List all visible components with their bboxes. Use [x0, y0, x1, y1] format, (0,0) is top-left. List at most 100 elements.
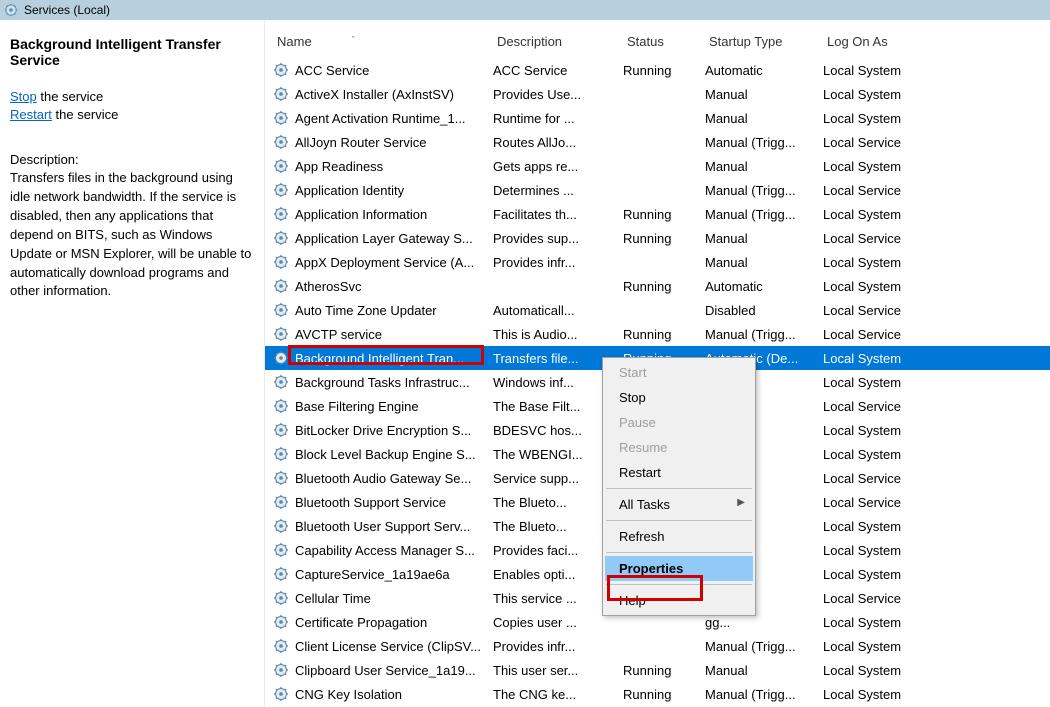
service-status: Running — [623, 327, 705, 342]
service-name: Auto Time Zone Updater — [295, 303, 437, 318]
service-startup: Manual — [705, 159, 823, 174]
service-logon: Local Service — [823, 231, 938, 246]
service-description: Runtime for ... — [493, 111, 623, 126]
service-row[interactable]: AllJoyn Router ServiceRoutes AllJo...Man… — [265, 130, 1050, 154]
service-row[interactable]: ActiveX Installer (AxInstSV)Provides Use… — [265, 82, 1050, 106]
service-name: BitLocker Drive Encryption S... — [295, 423, 471, 438]
menu-restart[interactable]: Restart — [605, 460, 753, 485]
menu-separator — [606, 488, 752, 489]
gear-icon — [273, 470, 289, 486]
gear-icon — [273, 134, 289, 150]
service-name: App Readiness — [295, 159, 383, 174]
service-status: Running — [623, 231, 705, 246]
service-logon: Local System — [823, 639, 938, 654]
service-row[interactable]: Auto Time Zone UpdaterAutomaticall...Dis… — [265, 298, 1050, 322]
gear-icon — [273, 110, 289, 126]
gear-icon — [273, 254, 289, 270]
col-status[interactable]: Status — [623, 34, 705, 49]
service-startup: Manual (Trigg... — [705, 327, 823, 342]
col-startup[interactable]: Startup Type — [705, 34, 823, 49]
service-logon: Local System — [823, 687, 938, 702]
service-name: AppX Deployment Service (A... — [295, 255, 474, 270]
service-row[interactable]: Client License Service (ClipSV...Provide… — [265, 634, 1050, 658]
service-row[interactable]: AtherosSvcRunningAutomaticLocal System — [265, 274, 1050, 298]
service-description: Determines ... — [493, 183, 623, 198]
col-description[interactable]: Description — [493, 34, 623, 49]
service-row[interactable]: App ReadinessGets apps re...ManualLocal … — [265, 154, 1050, 178]
titlebar: Services (Local) — [0, 0, 1050, 20]
service-row[interactable]: Application Information Facilitates th...… — [265, 202, 1050, 226]
gear-icon — [273, 590, 289, 606]
service-row[interactable]: CNG Key IsolationThe CNG ke...RunningMan… — [265, 682, 1050, 706]
menu-separator — [606, 584, 752, 585]
service-logon: Local System — [823, 519, 938, 534]
menu-refresh[interactable]: Refresh — [605, 524, 753, 549]
service-heading: Background Intelligent Transfer Service — [10, 36, 254, 68]
menu-pause[interactable]: Pause — [605, 410, 753, 435]
gear-icon — [273, 446, 289, 462]
service-startup: Manual — [705, 111, 823, 126]
menu-separator — [606, 520, 752, 521]
details-pane: Background Intelligent Transfer Service … — [0, 20, 265, 707]
col-logon[interactable]: Log On As — [823, 34, 938, 49]
service-logon: Local Service — [823, 495, 938, 510]
service-status: Running — [623, 279, 705, 294]
gear-icon — [273, 302, 289, 318]
service-startup: Manual (Trigg... — [705, 207, 823, 222]
service-startup: gg... — [705, 615, 823, 630]
service-name: ActiveX Installer (AxInstSV) — [295, 87, 454, 102]
gear-icon — [273, 542, 289, 558]
menu-start[interactable]: Start — [605, 360, 753, 385]
service-logon: Local Service — [823, 591, 938, 606]
column-headers[interactable]: Name ˆ Description Status Startup Type L… — [265, 20, 1050, 58]
menu-help[interactable]: Help — [605, 588, 753, 613]
service-name: Block Level Backup Engine S... — [295, 447, 476, 462]
service-row[interactable]: ACC ServiceACC ServiceRunningAutomaticLo… — [265, 58, 1050, 82]
titlebar-text: Services (Local) — [24, 3, 110, 17]
service-name: Base Filtering Engine — [295, 399, 419, 414]
service-logon: Local System — [823, 423, 938, 438]
menu-all-tasks[interactable]: All Tasks ▶ — [605, 492, 753, 517]
menu-resume[interactable]: Resume — [605, 435, 753, 460]
gear-icon — [273, 638, 289, 654]
service-row[interactable]: AVCTP serviceThis is Audio...RunningManu… — [265, 322, 1050, 346]
service-row[interactable]: Application IdentityDetermines ...Manual… — [265, 178, 1050, 202]
service-description: ACC Service — [493, 63, 623, 78]
service-logon: Local System — [823, 615, 938, 630]
service-name: Application Information — [295, 207, 427, 222]
service-name: Background Intelligent Tran... — [295, 351, 464, 366]
submenu-arrow-icon: ▶ — [737, 497, 745, 508]
service-logon: Local System — [823, 87, 938, 102]
service-logon: Local System — [823, 543, 938, 558]
service-startup: Manual (Trigg... — [705, 639, 823, 654]
service-startup: Disabled — [705, 303, 823, 318]
gear-icon — [273, 662, 289, 678]
service-description: The CNG ke... — [493, 687, 623, 702]
service-logon: Local System — [823, 255, 938, 270]
service-name: AllJoyn Router Service — [295, 135, 427, 150]
service-row[interactable]: Clipboard User Service_1a19...This user … — [265, 658, 1050, 682]
gear-icon — [273, 494, 289, 510]
service-description: Provides infr... — [493, 639, 623, 654]
service-logon: Local Service — [823, 183, 938, 198]
service-name: ACC Service — [295, 63, 369, 78]
service-status: Running — [623, 63, 705, 78]
services-app-icon — [4, 3, 18, 17]
service-name: Certificate Propagation — [295, 615, 427, 630]
service-startup: Manual (Trigg... — [705, 183, 823, 198]
service-status: Running — [623, 663, 705, 678]
service-name: Bluetooth User Support Serv... — [295, 519, 470, 534]
service-name: Bluetooth Audio Gateway Se... — [295, 471, 471, 486]
restart-link[interactable]: Restart — [10, 107, 52, 122]
col-name[interactable]: Name — [277, 34, 312, 49]
description-text: Transfers files in the background using … — [10, 169, 254, 301]
menu-properties[interactable]: Properties — [605, 556, 753, 581]
service-row[interactable]: Agent Activation Runtime_1...Runtime for… — [265, 106, 1050, 130]
service-description: Facilitates th... — [493, 207, 623, 222]
service-row[interactable]: AppX Deployment Service (A...Provides in… — [265, 250, 1050, 274]
service-logon: Local System — [823, 351, 938, 366]
menu-stop[interactable]: Stop — [605, 385, 753, 410]
service-startup: Automatic — [705, 63, 823, 78]
service-row[interactable]: Application Layer Gateway S...Provides s… — [265, 226, 1050, 250]
stop-link[interactable]: Stop — [10, 89, 37, 104]
